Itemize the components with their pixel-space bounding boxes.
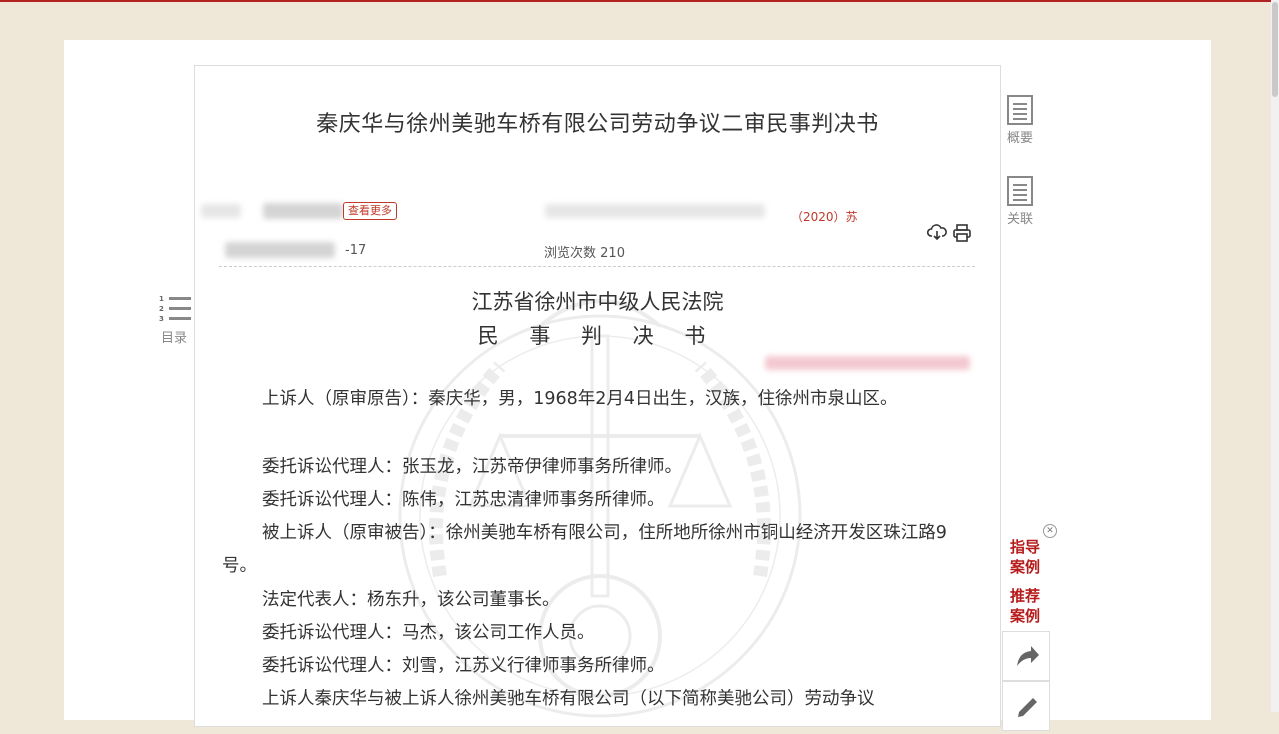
view-count-label: 浏览次数 bbox=[544, 246, 597, 261]
document-icon bbox=[1007, 95, 1033, 125]
paragraph: 被上诉人（原审被告）：徐州美驰车桥有限公司，住所地所徐州市铜山经济开发区珠江路9… bbox=[222, 523, 947, 576]
share-icon bbox=[1017, 646, 1039, 666]
toc-button[interactable]: 123 目录 bbox=[152, 295, 196, 346]
scrollbar-thumb[interactable] bbox=[1272, 2, 1278, 97]
paragraph: 法定代表人：杨东升，该公司董事长。 bbox=[262, 590, 560, 610]
judgment-document: 秦庆华与徐州美驰车桥有限公司劳动争议二审民事判决书 查看更多 （2020）苏 -… bbox=[194, 65, 1001, 727]
court-name: 江苏省徐州市中级人民法院 bbox=[471, 290, 724, 314]
numbered-list-icon: 123 bbox=[157, 295, 191, 327]
redacted-field bbox=[545, 204, 765, 218]
view-count-value: 210 bbox=[600, 246, 625, 261]
paragraph: 委托诉讼代理人：马杰，该公司工作人员。 bbox=[262, 623, 595, 643]
cloud-download-icon[interactable] bbox=[927, 223, 947, 243]
paragraph: 委托诉讼代理人：陈伟，江苏忠清律师事务所律师。 bbox=[262, 490, 665, 510]
paragraph: 上诉人（原审原告）：秦庆华，男，1968年2月4日出生，汉族，住徐州市泉山区。 bbox=[262, 389, 898, 409]
paragraph: 委托诉讼代理人：刘雪，江苏义行律师事务所律师。 bbox=[262, 656, 665, 676]
meta-divider bbox=[219, 266, 975, 267]
redacted-field bbox=[263, 203, 343, 219]
page-scrollbar[interactable] bbox=[1271, 0, 1279, 712]
toc-label: 目录 bbox=[160, 331, 187, 346]
share-button[interactable] bbox=[1002, 631, 1050, 681]
top-accent-line bbox=[0, 0, 1279, 2]
case-number-red: （2020）苏 bbox=[791, 210, 858, 224]
redacted-case-number bbox=[765, 356, 970, 370]
view-count: 浏览次数 210 bbox=[544, 242, 625, 261]
more-badge[interactable]: 查看更多 bbox=[343, 202, 397, 220]
related-label: 关联 bbox=[1006, 212, 1033, 227]
document-icon bbox=[1007, 176, 1033, 206]
redacted-field bbox=[201, 204, 241, 218]
summary-label: 概要 bbox=[1006, 131, 1033, 146]
guide-cases-link[interactable]: 指导案例 bbox=[1010, 537, 1044, 577]
pencil-icon bbox=[1018, 698, 1037, 717]
date-tail: -17 bbox=[345, 243, 367, 258]
edit-button[interactable] bbox=[1002, 681, 1050, 731]
redacted-field bbox=[225, 242, 335, 258]
document-type: 民 事 判 决 书 bbox=[477, 324, 718, 348]
paragraph: 委托诉讼代理人：张玉龙，江苏帝伊律师事务所律师。 bbox=[262, 457, 682, 477]
close-icon[interactable]: ✕ bbox=[1043, 524, 1057, 538]
document-title: 秦庆华与徐州美驰车桥有限公司劳动争议二审民事判决书 bbox=[316, 112, 879, 137]
related-button[interactable]: 关联 bbox=[1000, 176, 1040, 227]
summary-button[interactable]: 概要 bbox=[1000, 95, 1040, 146]
paragraph: 上诉人秦庆华与被上诉人徐州美驰车桥有限公司（以下简称美驰公司）劳动争议 bbox=[262, 689, 875, 709]
printer-icon[interactable] bbox=[952, 223, 972, 243]
recommended-cases-link[interactable]: 推荐案例 bbox=[1010, 586, 1044, 626]
